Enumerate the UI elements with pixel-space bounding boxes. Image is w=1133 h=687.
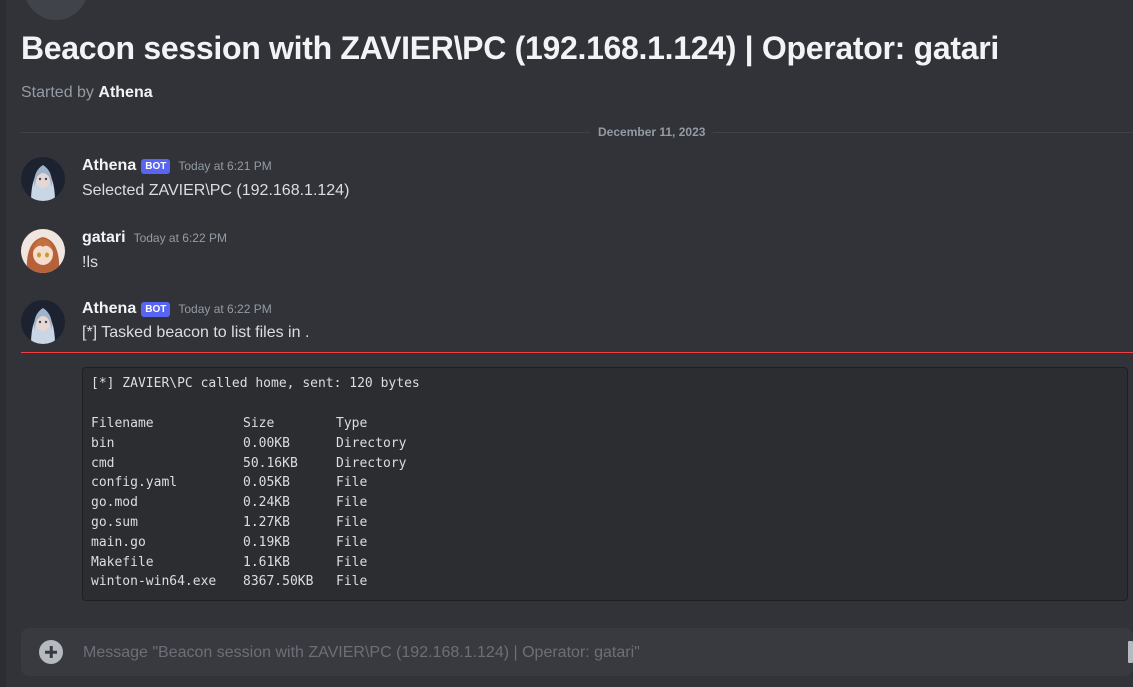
table-cell: Makefile [91, 554, 154, 570]
gatari-avatar-icon [21, 229, 65, 273]
table-cell: File [336, 534, 368, 550]
timestamp[interactable]: Today at 6:22 PM [178, 302, 271, 316]
table-cell: config.yaml [91, 475, 178, 491]
message-composer [21, 628, 1133, 678]
timestamp[interactable]: Today at 6:22 PM [134, 231, 227, 245]
table-cell: 1.27KB [243, 515, 290, 530]
athena-avatar-icon [21, 157, 65, 201]
table-cell: 0.00KB [243, 435, 290, 451]
code-header: [*] ZAVIER\PC called home, sent: 120 byt… [91, 376, 420, 391]
table-cell: cmd [91, 455, 115, 471]
avatar[interactable] [21, 229, 65, 273]
message-header: Athena BOT Today at 6:22 PM [82, 300, 272, 318]
message-text: Selected ZAVIER\PC (192.168.1.124) [82, 182, 350, 199]
author-name[interactable]: Athena [82, 157, 136, 175]
message-header: Athena BOT Today at 6:21 PM [82, 157, 272, 175]
table-cell: 50.16KB [243, 455, 298, 471]
new-messages-divider [21, 352, 1133, 353]
table-cell: 0.19KB [243, 534, 290, 550]
left-edge [0, 0, 6, 687]
message-header: gatari Today at 6:22 PM [82, 229, 227, 247]
table-cell: go.sum [91, 515, 138, 530]
table-cell: winton-win64.exe [91, 574, 217, 590]
bot-badge: BOT [141, 301, 171, 317]
gift-icon[interactable] [1128, 641, 1133, 663]
add-attachment-icon[interactable] [39, 640, 63, 664]
bot-badge: BOT [141, 158, 171, 174]
table-header-cell: Filename [91, 416, 154, 431]
message-text: !ls [82, 254, 98, 271]
table-cell: 0.24KB [243, 495, 290, 511]
back-button[interactable] [24, 0, 88, 20]
started-by-prefix: Started by [21, 84, 94, 101]
table-header-cell: Size [243, 416, 275, 431]
table-cell: File [336, 515, 368, 530]
author-name[interactable]: Athena [82, 300, 136, 318]
table-cell: 0.05KB [243, 475, 290, 491]
avatar[interactable] [21, 157, 65, 201]
table-cell: File [336, 495, 368, 511]
timestamp[interactable]: Today at 6:21 PM [178, 159, 271, 173]
page-title: Beacon session with ZAVIER\PC (192.168.1… [21, 30, 999, 66]
started-by: Started by Athena [21, 84, 153, 102]
table-cell: File [336, 574, 368, 590]
date-divider-line [21, 132, 1133, 133]
athena-avatar-icon [21, 300, 65, 344]
table-cell: File [336, 554, 368, 570]
started-by-name[interactable]: Athena [98, 84, 152, 101]
table-cell: Directory [336, 455, 407, 471]
table-header-cell: Type [336, 416, 368, 431]
code-block: [*] ZAVIER\PC called home, sent: 120 byt… [82, 367, 1128, 601]
table-cell: File [336, 475, 368, 491]
avatar[interactable] [21, 300, 65, 344]
table-cell: Directory [336, 435, 407, 451]
message-text: [*] Tasked beacon to list files in . [82, 324, 310, 341]
table-cell: go.mod [91, 495, 138, 511]
author-name[interactable]: gatari [82, 229, 126, 247]
table-cell: bin [91, 435, 115, 451]
table-cell: main.go [91, 534, 146, 550]
table-cell: 1.61KB [243, 554, 290, 570]
table-cell: 8367.50KB [243, 574, 314, 590]
message-input[interactable] [81, 628, 1115, 678]
date-divider-label: December 11, 2023 [590, 125, 714, 139]
